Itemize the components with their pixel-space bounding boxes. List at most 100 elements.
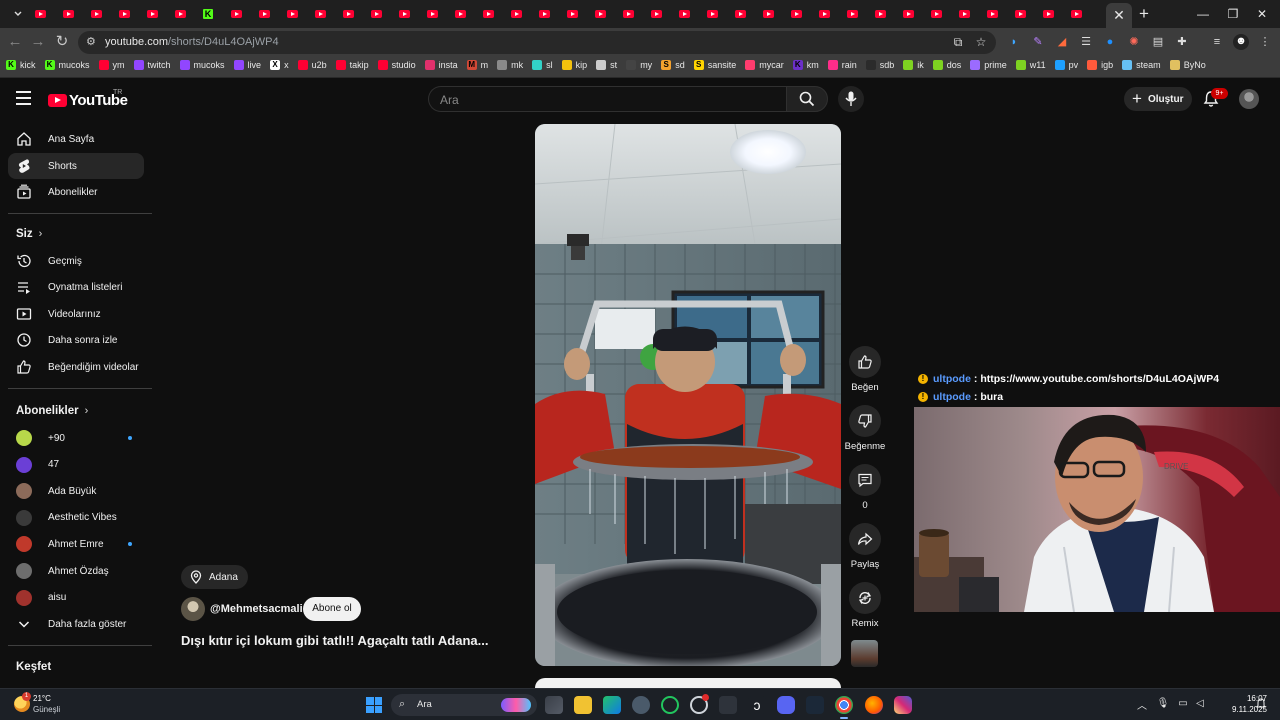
start-button[interactable]	[366, 697, 382, 713]
browser-tab[interactable]	[1034, 5, 1062, 23]
tab-active[interactable]: ✕	[1106, 3, 1132, 28]
browser-tab[interactable]	[250, 5, 278, 23]
address-bar[interactable]: ⚙ youtube.com/shorts/D4uL4OAjWP4 ⧉ ☆	[78, 31, 996, 54]
browser-tab[interactable]	[698, 5, 726, 23]
browser-menu-icon[interactable]: ⋮	[1257, 35, 1273, 49]
bookmark-w11[interactable]: w11	[1015, 60, 1046, 70]
bookmark-kip[interactable]: kip	[561, 60, 587, 70]
bookmark-my[interactable]: my	[626, 60, 652, 70]
browser-tab[interactable]	[446, 5, 474, 23]
app-icon-c[interactable]: ↄ	[748, 696, 766, 714]
sidebar-subscription-item[interactable]: Ada Büyük	[8, 478, 144, 504]
browser-tab[interactable]	[110, 5, 138, 23]
sidebar-subscription-item[interactable]: Aesthetic Vibes	[8, 505, 144, 531]
browser-tab[interactable]	[222, 5, 250, 23]
like-action[interactable]: Beğen	[848, 346, 882, 393]
extension-icon-3[interactable]: ◢	[1054, 35, 1070, 49]
sound-thumbnail[interactable]	[851, 640, 878, 667]
subscribe-button[interactable]: Abone ol	[303, 597, 361, 621]
steam-icon[interactable]	[806, 696, 824, 714]
browser-tab[interactable]: K	[194, 5, 222, 23]
firefox-icon[interactable]	[865, 696, 883, 714]
sidebar-subscription-item[interactable]: 47	[8, 452, 144, 478]
app-icon-dark[interactable]	[719, 696, 737, 714]
sidebar-subscription-item[interactable]: Ahmet Özdaş	[8, 558, 144, 584]
sidebar-item-shorts[interactable]: Shorts	[8, 153, 144, 179]
site-info-icon[interactable]: ⚙	[86, 36, 98, 48]
bookmark-sl[interactable]: sl	[532, 60, 553, 70]
extension-icon-5[interactable]: ●	[1102, 35, 1118, 49]
chevron-up-icon[interactable]: ︿	[1137, 697, 1147, 712]
extension-icon-6[interactable]: ✺	[1126, 35, 1142, 49]
bookmark-live[interactable]: live	[233, 60, 261, 70]
comments-action[interactable]: 0	[848, 464, 882, 511]
browser-tab[interactable]	[1006, 5, 1034, 23]
short-video-player[interactable]	[535, 124, 841, 666]
bookmark-studio[interactable]: studio	[377, 60, 416, 70]
browser-tab[interactable]	[166, 5, 194, 23]
install-app-icon[interactable]: ⧉	[951, 35, 965, 49]
bookmark-star-icon[interactable]: ☆	[974, 35, 988, 49]
file-explorer-icon[interactable]	[574, 696, 592, 714]
browser-tab[interactable]	[754, 5, 782, 23]
browser-tab[interactable]	[810, 5, 838, 23]
bookmark-ik[interactable]: ik	[903, 60, 924, 70]
browser-tab[interactable]	[26, 5, 54, 23]
bookmark-u2b[interactable]: u2b	[297, 60, 327, 70]
sidebar-subscription-item[interactable]: Ahmet Emre	[8, 531, 144, 557]
next-short-preview[interactable]	[535, 678, 841, 688]
profile-icon[interactable]: ☻	[1233, 34, 1249, 50]
browser-tab[interactable]	[82, 5, 110, 23]
extension-icon-4[interactable]: ☰	[1078, 35, 1094, 49]
browser-tab[interactable]	[866, 5, 894, 23]
sidebar-item-subscriptions[interactable]: Abonelikler	[8, 179, 144, 205]
bookmark-mucoks[interactable]: mucoks	[179, 60, 225, 70]
back-button[interactable]: ←	[6, 33, 24, 51]
new-tab-button[interactable]: +	[1134, 4, 1154, 24]
channel-avatar[interactable]	[181, 597, 205, 621]
bookmark-pv[interactable]: pv	[1054, 60, 1078, 70]
reload-button[interactable]: ↻	[53, 33, 71, 51]
restore-button[interactable]: ❐	[1223, 5, 1243, 23]
browser-tab[interactable]	[922, 5, 950, 23]
create-button[interactable]: + Oluştur	[1124, 87, 1192, 111]
channel-name[interactable]: @Mehmetsacmali	[210, 603, 303, 615]
browser-tab[interactable]	[586, 5, 614, 23]
guide-menu-button[interactable]	[16, 91, 32, 105]
sidebar-item-watch-later[interactable]: Daha sonra izle	[8, 327, 144, 353]
chrome-icon[interactable]	[835, 696, 853, 719]
bookmark-ym[interactable]: ym	[98, 60, 125, 70]
headset-app-icon[interactable]	[661, 696, 679, 714]
settings-icon[interactable]	[632, 696, 650, 714]
remix-button[interactable]	[849, 582, 881, 614]
bookmark-m[interactable]: Mm	[466, 60, 488, 70]
bookmark-sdb[interactable]: sdb	[865, 60, 894, 70]
browser-tab[interactable]	[334, 5, 362, 23]
sidebar-subscription-item[interactable]: +90	[8, 425, 144, 451]
search-input[interactable]: Ara	[428, 86, 786, 112]
extensions-puzzle-icon[interactable]: ✚	[1174, 35, 1190, 49]
media-control-icon[interactable]: ≡	[1209, 35, 1225, 49]
bookmark-km[interactable]: Kkm	[792, 60, 819, 70]
remix-action[interactable]: Remix	[848, 582, 882, 629]
bookmark-takip[interactable]: takip	[335, 60, 369, 70]
search-button[interactable]	[786, 86, 828, 112]
browser-tab[interactable]	[978, 5, 1006, 23]
browser-tab[interactable]	[530, 5, 558, 23]
share-action[interactable]: Paylaş	[848, 523, 882, 570]
browser-tab[interactable]	[54, 5, 82, 23]
browser-tab[interactable]	[642, 5, 670, 23]
browser-tab[interactable]	[782, 5, 810, 23]
bookmark-prime[interactable]: prime	[970, 60, 1007, 70]
bookmark-mucoks[interactable]: Kmucoks	[44, 60, 90, 70]
bookmark-steam[interactable]: steam	[1122, 60, 1161, 70]
bookmark-sansite[interactable]: Ssansite	[693, 60, 736, 70]
account-avatar[interactable]	[1239, 89, 1259, 109]
browser-tab[interactable]	[838, 5, 866, 23]
sidebar-item-home[interactable]: Ana Sayfa	[8, 126, 144, 152]
weather-description[interactable]: Güneşli	[33, 705, 60, 714]
sidebar-item-your-videos[interactable]: Videolarınız	[8, 301, 144, 327]
bookmark-byno[interactable]: ByNo	[1169, 60, 1206, 70]
browser-tab[interactable]	[726, 5, 754, 23]
browser-tab[interactable]	[138, 5, 166, 23]
